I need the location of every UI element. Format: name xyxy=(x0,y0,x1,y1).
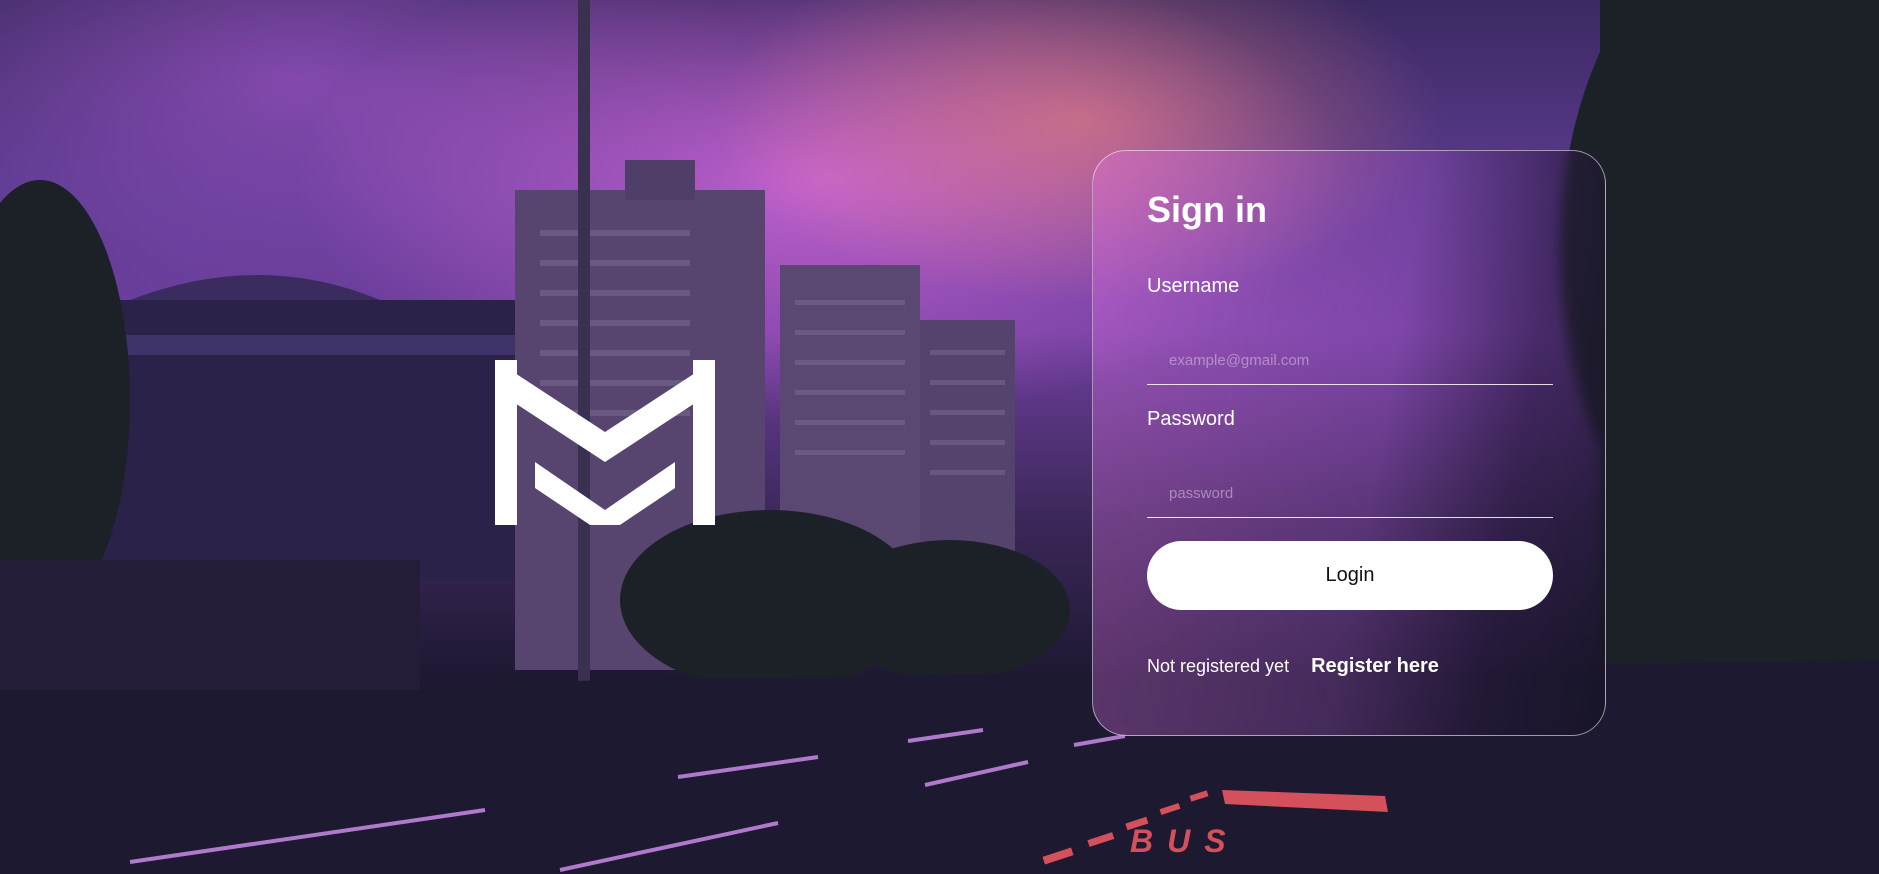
password-input[interactable] xyxy=(1147,470,1553,518)
username-input[interactable] xyxy=(1147,337,1553,385)
register-row: Not registered yet Register here xyxy=(1147,655,1439,678)
login-button[interactable]: Login xyxy=(1147,541,1553,610)
bus-shelter xyxy=(0,560,420,690)
not-registered-text: Not registered yet xyxy=(1147,656,1290,676)
bus-text: BUS xyxy=(1130,823,1240,859)
dome-building xyxy=(60,275,560,580)
logo-icon xyxy=(495,360,715,525)
password-label: Password xyxy=(1147,408,1235,430)
login-card: Sign in Username Password Login Not regi… xyxy=(1092,150,1606,736)
register-link[interactable]: Register here xyxy=(1311,655,1439,678)
username-label: Username xyxy=(1147,275,1240,297)
sign-in-title: Sign in xyxy=(1147,189,1267,230)
light-pole xyxy=(578,0,590,690)
